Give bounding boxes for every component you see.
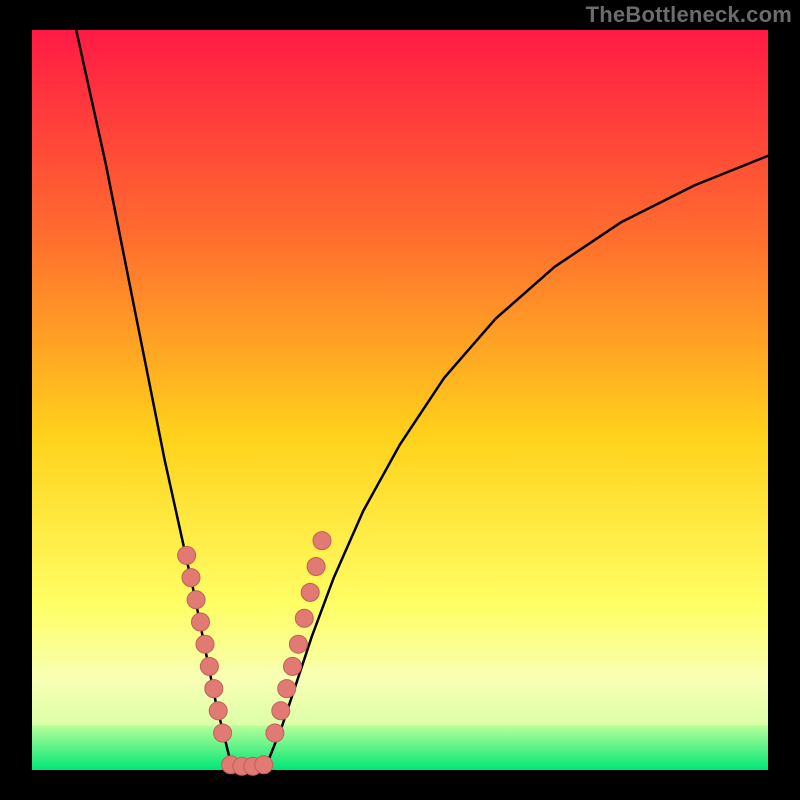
data-dot (295, 609, 313, 627)
bottleneck-chart (0, 0, 800, 800)
data-dot (182, 569, 200, 587)
data-dot (301, 583, 319, 601)
data-dot (278, 680, 296, 698)
data-dot (284, 657, 302, 675)
data-dot (209, 702, 227, 720)
data-dot (214, 724, 232, 742)
highlight-band (32, 666, 768, 725)
data-dot (196, 635, 214, 653)
data-dot (200, 657, 218, 675)
data-dot (192, 613, 210, 631)
data-dot (178, 546, 196, 564)
data-dot (289, 635, 307, 653)
data-dot (272, 702, 290, 720)
data-dot (187, 591, 205, 609)
plot-background (32, 30, 768, 770)
data-dot (307, 558, 325, 576)
data-dot (266, 724, 284, 742)
data-dot (205, 680, 223, 698)
data-dot (255, 756, 273, 774)
data-dot (313, 532, 331, 550)
outer-frame: TheBottleneck.com (0, 0, 800, 800)
